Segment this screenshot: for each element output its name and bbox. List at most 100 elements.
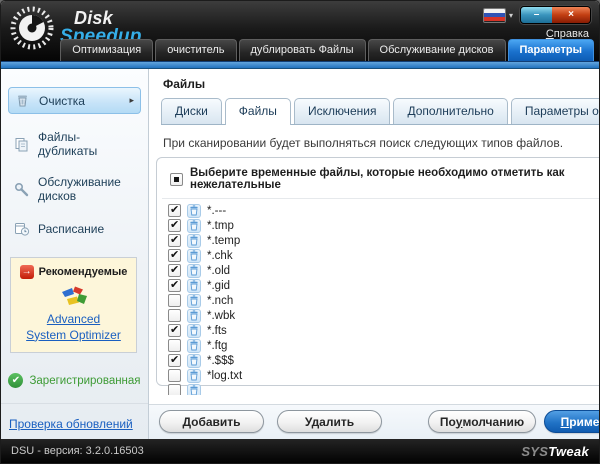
nav-tab[interactable]: Параметры — [508, 39, 594, 61]
file-type-checkbox[interactable] — [168, 309, 181, 322]
promo-title-row: → Рекомендуемые — [15, 265, 132, 279]
button-bar: Добавить Удалить По умолчанию Применить — [149, 404, 600, 439]
file-type-checkbox[interactable] — [168, 204, 181, 217]
promo-link-line2[interactable]: System Optimizer — [15, 328, 132, 344]
file-type-label: *.nch — [207, 295, 233, 307]
nav-tab-label: Оптимизация — [72, 44, 141, 56]
minimize-icon: – — [534, 10, 540, 20]
red-arrow-icon: → — [20, 265, 34, 279]
nav-tab[interactable]: Обслуживание дисков — [368, 39, 506, 61]
trash-icon — [187, 264, 201, 278]
duplicate-files-icon — [13, 136, 30, 153]
add-button[interactable]: Добавить — [159, 410, 264, 433]
settings-tab-label: Дополнительно — [407, 104, 493, 118]
file-type-row: *.$$$ — [168, 353, 600, 368]
file-type-checkbox[interactable] — [168, 294, 181, 307]
file-type-checkbox[interactable] — [168, 369, 181, 382]
file-type-checkbox[interactable] — [168, 234, 181, 247]
title-bar: Disk Speedup ▾ – × Справка Оптимизация — [1, 1, 599, 61]
trash-icon — [187, 294, 201, 308]
file-type-row: *.chk — [168, 248, 600, 263]
nav-tab[interactable]: дублировать Файлы — [239, 39, 366, 61]
file-type-checkbox[interactable] — [168, 339, 181, 352]
select-all-checkbox[interactable] — [170, 173, 183, 186]
sidebar-item-label: Файлы-дубликаты — [38, 130, 136, 158]
language-selector[interactable]: ▾ — [483, 8, 513, 23]
file-type-label: *.tmp — [207, 220, 234, 232]
apply-label-rest: рименить — [569, 415, 600, 429]
file-types-list: *.--- *.tmp — [168, 203, 600, 395]
file-type-checkbox[interactable] — [168, 249, 181, 262]
file-type-label: *.temp — [207, 235, 240, 247]
scan-description: При сканировании будет выполняться поиск… — [163, 136, 600, 150]
file-type-label: *.$$$ — [207, 355, 234, 367]
trash-icon — [187, 339, 201, 353]
file-type-checkbox[interactable] — [168, 384, 181, 395]
apply-button[interactable]: Применить — [544, 410, 600, 433]
brand-tweak: Tweak — [548, 444, 589, 459]
logo-line1: Disk — [60, 10, 142, 27]
sidebar-item-cleanup[interactable]: Очистка ▸ — [8, 87, 141, 114]
file-type-checkbox[interactable] — [168, 324, 181, 337]
chevron-down-icon: ▾ — [509, 11, 513, 20]
registration-status: ✔ Зарегистрированная — [1, 373, 148, 388]
file-type-row: *.old — [168, 263, 600, 278]
arrow-right-icon: ▸ — [129, 95, 134, 106]
file-type-row: *.gid — [168, 278, 600, 293]
sidebar: Очистка ▸ Файлы-дубликаты Обслуживание д… — [1, 69, 149, 439]
sidebar-item-label: Расписание — [38, 222, 104, 236]
settings-tabs: Диски Файлы Исключения Дополнительно — [161, 98, 600, 125]
registration-status-label: Зарегистрированная — [29, 375, 140, 387]
file-type-row: *.tmp — [168, 218, 600, 233]
trash-icon — [187, 279, 201, 293]
sidebar-item-disk-maintenance[interactable]: Обслуживание дисков — [8, 171, 141, 207]
close-button[interactable]: × — [552, 7, 590, 23]
settings-tab[interactable]: Диски — [161, 98, 222, 124]
status-bar: DSU - версия: 3.2.0.16503 SYSTweak — [1, 439, 599, 463]
minimize-button[interactable]: – — [521, 7, 552, 23]
check-updates-link[interactable]: Проверка обновлений — [9, 417, 133, 431]
app-window: Disk Speedup ▾ – × Справка Оптимизация — [0, 0, 600, 464]
nav-tab-label: очиститель — [167, 44, 224, 56]
sidebar-item-schedule[interactable]: Расписание — [8, 216, 141, 241]
file-type-row: *.fts — [168, 323, 600, 338]
delete-button-label: Удалить — [305, 415, 354, 429]
trash-icon — [187, 309, 201, 323]
defaults-label-rest: молчанию — [462, 415, 524, 429]
accent-strip — [1, 61, 599, 69]
file-type-row: *.ftg — [168, 338, 600, 353]
file-type-checkbox[interactable] — [168, 264, 181, 277]
file-type-checkbox[interactable] — [168, 219, 181, 232]
promo-box: → Рекомендуемые Advanced System Optimize… — [10, 257, 137, 353]
file-type-label: *.fts — [207, 325, 227, 337]
nav-tab[interactable]: Оптимизация — [60, 39, 153, 61]
nav-tab[interactable]: очиститель — [155, 39, 236, 61]
file-type-checkbox[interactable] — [168, 279, 181, 292]
file-type-checkbox[interactable] — [168, 354, 181, 367]
file-type-row: *.wbk — [168, 308, 600, 323]
defaults-label-pre: По — [440, 415, 456, 429]
file-type-label: *.ftg — [207, 340, 227, 352]
file-type-row: *log.txt — [168, 368, 600, 383]
settings-tab[interactable]: Исключения — [294, 98, 391, 124]
sidebar-item-duplicate-files[interactable]: Файлы-дубликаты — [8, 126, 141, 162]
disk-gauge-icon — [9, 5, 55, 51]
file-type-label: *.chk — [207, 250, 233, 262]
file-type-row: *.nch — [168, 293, 600, 308]
file-type-label: *.wbk — [207, 310, 235, 322]
settings-tab[interactable]: Файлы — [225, 98, 291, 125]
sidebar-item-label: Очистка — [39, 94, 85, 108]
settings-tab[interactable]: Параметры очистки — [511, 98, 600, 124]
file-type-row: *.--- — [168, 203, 600, 218]
promo-link-line1[interactable]: Advanced — [15, 312, 132, 328]
trash-icon — [187, 324, 201, 338]
delete-button[interactable]: Удалить — [277, 410, 382, 433]
select-all-row: Выберите временные файлы, которые необхо… — [168, 167, 600, 191]
green-check-icon: ✔ — [8, 373, 23, 388]
trash-icon — [187, 354, 201, 368]
settings-tab[interactable]: Дополнительно — [393, 98, 507, 124]
settings-tab-label: Исключения — [308, 104, 377, 118]
defaults-button[interactable]: По умолчанию — [428, 410, 536, 433]
recycle-bin-icon — [14, 92, 31, 109]
nav-tab-label: Обслуживание дисков — [380, 44, 494, 56]
